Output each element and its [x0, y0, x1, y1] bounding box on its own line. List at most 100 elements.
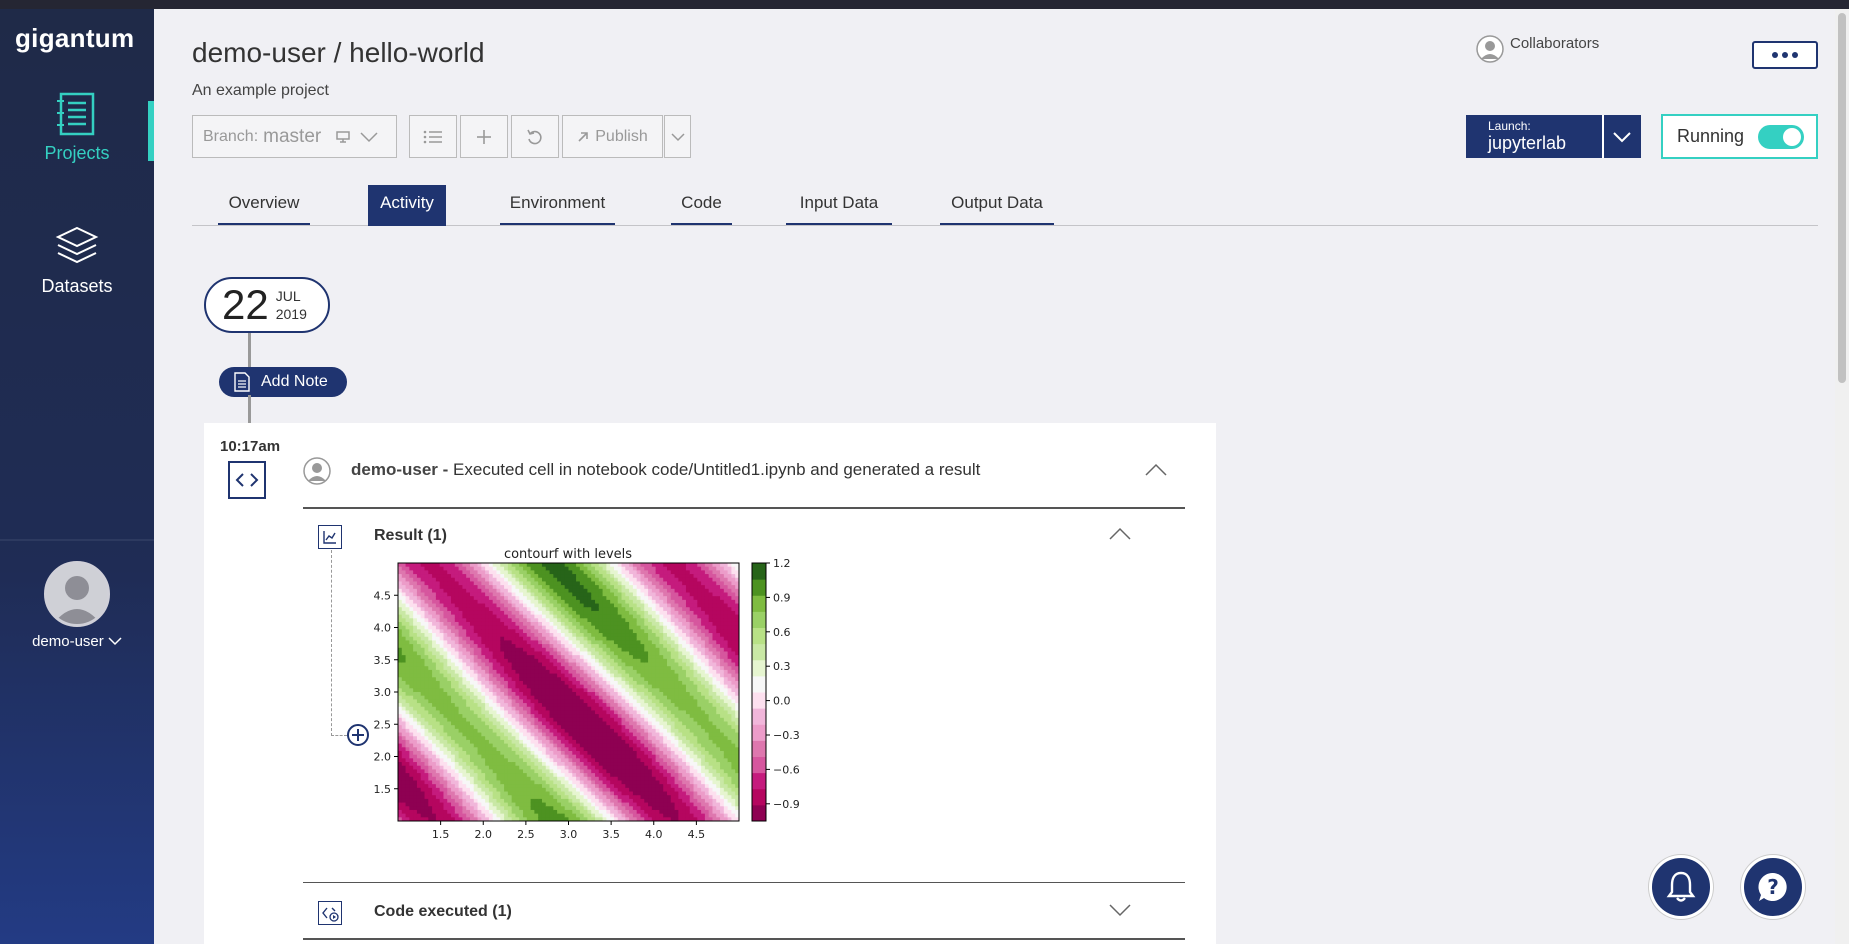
create-branch-button[interactable] — [460, 115, 508, 158]
contour-cell — [617, 784, 623, 789]
contour-cell — [466, 747, 471, 752]
sidebar-item-projects[interactable]: Projects — [0, 91, 154, 164]
contour-cell — [405, 684, 410, 689]
branch-list-button[interactable] — [409, 115, 457, 158]
branch-selector[interactable]: Branch: master — [192, 115, 397, 158]
contour-cell — [587, 728, 592, 734]
contour-cell — [644, 802, 649, 807]
contour-cell — [560, 563, 566, 568]
contour-cell — [519, 640, 524, 645]
contour-cell — [602, 570, 607, 575]
contour-cell — [473, 680, 479, 686]
user-menu[interactable]: demo-user — [0, 561, 154, 650]
contour-cell — [553, 603, 558, 608]
contour-cell — [572, 769, 577, 774]
contour-cell — [595, 658, 600, 664]
contour-cell — [424, 750, 429, 756]
chevron-up-icon[interactable] — [1144, 463, 1168, 477]
contour-cell — [640, 585, 645, 590]
contour-cell — [659, 688, 664, 693]
tab-overview[interactable]: Overview — [218, 177, 310, 225]
contour-cell — [504, 714, 509, 719]
contour-cell — [636, 581, 642, 586]
contour-cell — [466, 806, 471, 811]
contour-cell — [583, 795, 589, 800]
chevron-up-icon[interactable] — [1108, 527, 1132, 541]
add-note-button[interactable]: Add Note — [219, 367, 347, 397]
contour-cell — [500, 618, 505, 623]
contour-cell — [655, 570, 661, 575]
contour-cell — [523, 563, 528, 568]
contour-cell — [488, 765, 494, 770]
contour-cell — [443, 658, 448, 664]
contour-cell — [553, 662, 558, 667]
contour-cell — [432, 581, 437, 586]
contour-cell — [443, 677, 448, 682]
tab-input-data[interactable]: Input Data — [786, 177, 892, 225]
contour-cell — [560, 570, 566, 575]
contour-cell — [409, 673, 414, 678]
contour-cell — [598, 610, 604, 616]
contour-cell — [587, 566, 592, 571]
tab-activity[interactable]: Activity — [368, 185, 446, 226]
container-status-toggle[interactable]: Running — [1661, 114, 1818, 159]
contour-cell — [534, 563, 539, 568]
publish-dropdown-button[interactable] — [664, 115, 691, 158]
tab-environment[interactable]: Environment — [500, 177, 615, 225]
contour-cell — [515, 570, 520, 575]
contour-cell — [462, 732, 467, 737]
contour-cell — [432, 695, 437, 700]
contour-cell — [629, 621, 634, 627]
contour-cell — [458, 610, 464, 616]
contour-cell — [481, 574, 486, 579]
contour-cell — [481, 588, 486, 594]
contour-cell — [579, 699, 585, 704]
contour-cell — [621, 747, 626, 752]
contour-cell — [401, 566, 407, 571]
contour-cell — [432, 610, 437, 616]
contour-cell — [447, 765, 452, 770]
tab-output-data[interactable]: Output Data — [940, 177, 1054, 225]
contour-cell — [606, 706, 611, 712]
contour-cell — [485, 754, 490, 759]
contour-cell — [523, 765, 528, 770]
contour-cell — [598, 581, 604, 586]
contour-cell — [458, 625, 464, 630]
collaborators-button[interactable]: Collaborators — [1476, 35, 1599, 63]
more-actions-button[interactable] — [1752, 41, 1818, 69]
contour-cell — [553, 647, 558, 653]
contour-cell — [583, 629, 589, 634]
contour-cell — [443, 765, 448, 770]
contour-cell — [538, 570, 543, 575]
contour-cell — [435, 570, 441, 575]
toggle-switch[interactable] — [1758, 125, 1804, 149]
contour-cell — [648, 743, 653, 748]
contour-cell — [398, 695, 403, 700]
sync-button[interactable] — [511, 115, 559, 158]
sidebar-item-datasets[interactable]: Datasets — [0, 224, 154, 297]
contour-cell — [564, 588, 570, 594]
contour-cell — [428, 666, 433, 671]
contour-cell — [413, 688, 418, 693]
contour-cell — [579, 736, 585, 741]
contour-cell — [473, 666, 479, 671]
contour-cell — [500, 684, 505, 689]
contour-cell — [651, 787, 657, 793]
contour-cell — [451, 592, 456, 597]
tab-code[interactable]: Code — [671, 177, 732, 225]
contour-cell — [481, 773, 486, 778]
contour-cell — [477, 618, 482, 623]
launch-button[interactable]: Launch: jupyterlab — [1466, 115, 1641, 158]
publish-button[interactable]: Publish — [562, 115, 663, 158]
contour-cell — [420, 614, 426, 619]
contour-cell — [538, 588, 543, 594]
contour-cell — [564, 717, 570, 723]
contour-cell — [534, 710, 539, 715]
launch-dropdown-button[interactable] — [1602, 115, 1640, 158]
contour-cell — [625, 574, 630, 579]
contour-cell — [504, 747, 509, 752]
contour-cell — [447, 721, 452, 726]
contour-cell — [640, 603, 645, 608]
contour-cell — [613, 798, 619, 804]
contour-cell — [636, 813, 642, 818]
